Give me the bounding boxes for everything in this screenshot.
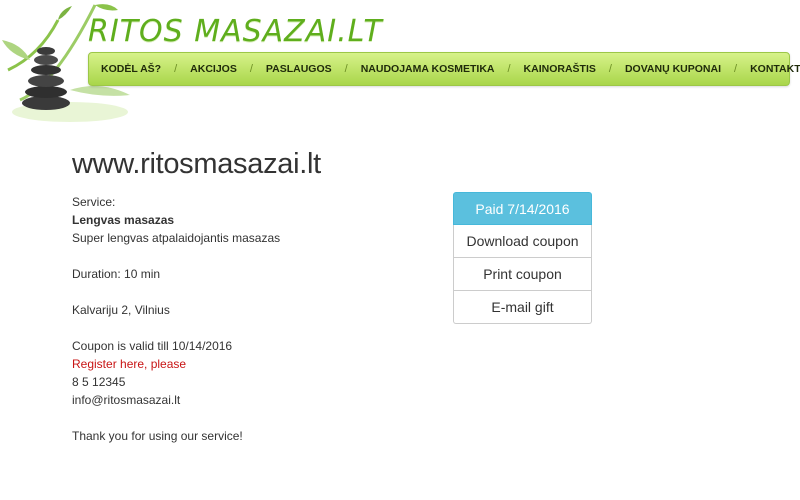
nav-separator: / (344, 63, 348, 75)
nav-item-kontaktai[interactable]: KONTAKTAI (748, 63, 800, 75)
nav-separator: / (507, 63, 511, 75)
register-link[interactable]: Register here, please (72, 355, 280, 373)
email-text: info@ritosmasazai.lt (72, 393, 181, 407)
coupon-details: Service: Lengvas masazas Super lengvas a… (72, 193, 280, 445)
download-coupon-button[interactable]: Download coupon (453, 225, 592, 258)
duration-text: Duration: 10 min (72, 267, 161, 281)
paid-status-badge: Paid 7/14/2016 (453, 192, 592, 225)
site-header: RITOS MASAZAI.LT KODĖL AŠ? / AKCIJOS / P… (0, 0, 800, 130)
coupon-actions: Paid 7/14/2016 Download coupon Print cou… (453, 192, 592, 324)
nav-separator: / (734, 63, 738, 75)
service-name: Lengvas masazas (72, 213, 175, 227)
nav-item-dovanu-kuponai[interactable]: DOVANŲ KUPONAI (623, 63, 723, 75)
validity-text: Coupon is valid till 10/14/2016 (72, 339, 233, 353)
nav-separator: / (174, 63, 178, 75)
print-coupon-button[interactable]: Print coupon (453, 258, 592, 291)
brand-logo-text[interactable]: RITOS MASAZAI.LT (88, 14, 383, 49)
nav-item-akcijos[interactable]: AKCIJOS (188, 63, 239, 75)
service-label: Service: (72, 195, 116, 209)
nav-separator: / (608, 63, 612, 75)
service-description: Super lengvas atpalaidojantis masazas (72, 231, 281, 245)
nav-item-kodel-as[interactable]: KODĖL AŠ? (89, 63, 163, 75)
nav-separator: / (249, 63, 253, 75)
address-text: Kalvariju 2, Vilnius (72, 303, 170, 317)
nav-item-paslaugos[interactable]: PASLAUGOS (264, 63, 334, 75)
page-title: www.ritosmasazai.lt (72, 148, 321, 180)
main-navigation: KODĖL AŠ? / AKCIJOS / PASLAUGOS / NAUDOJ… (88, 52, 800, 86)
email-gift-button[interactable]: E-mail gift (453, 291, 592, 324)
nav-item-naudojama-kosmetika[interactable]: NAUDOJAMA KOSMETIKA (359, 63, 497, 75)
phone-text: 8 5 12345 (72, 375, 126, 389)
thanks-text: Thank you for using our service! (72, 429, 243, 443)
nav-item-kainorastis[interactable]: KAINORAŠTIS (522, 63, 598, 75)
